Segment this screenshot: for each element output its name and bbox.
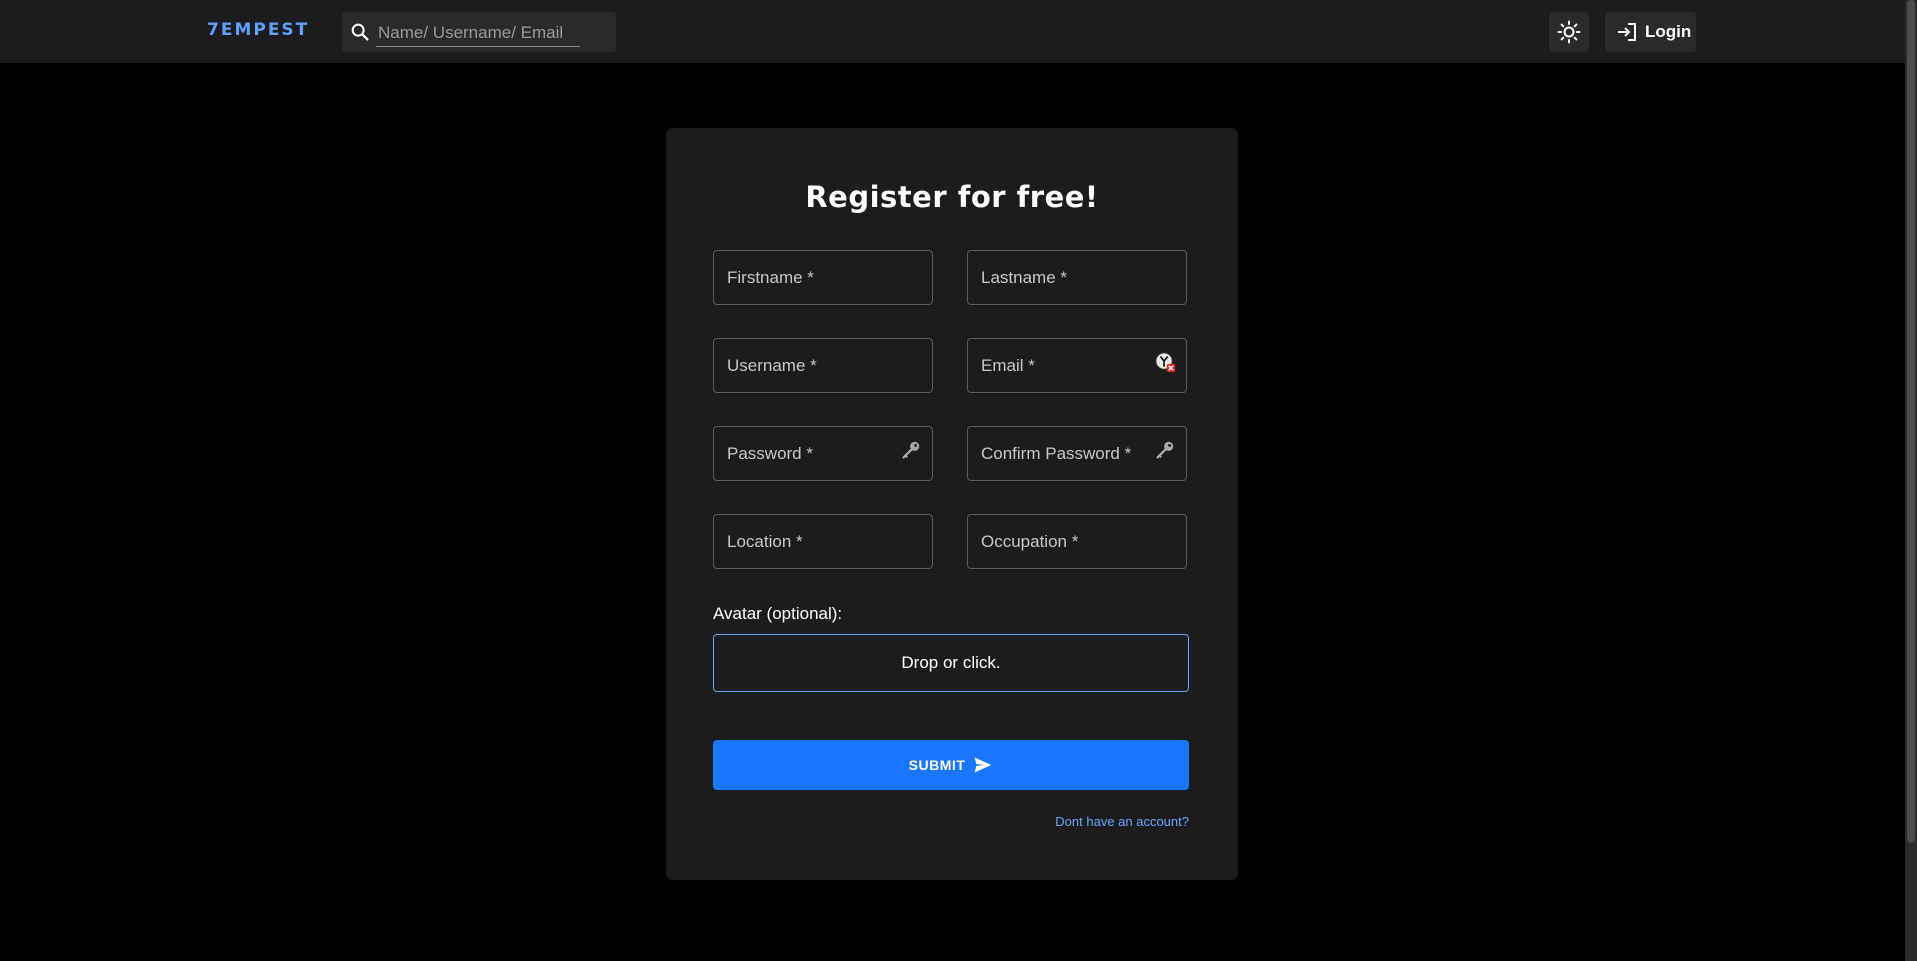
occupation-field[interactable]: Occupation *	[967, 514, 1187, 569]
form-title: Register for free!	[805, 180, 1099, 214]
search-bar	[342, 12, 616, 52]
account-link[interactable]: Dont have an account?	[1055, 814, 1189, 829]
lastname-label: Lastname *	[981, 268, 1067, 287]
login-button[interactable]: Login	[1605, 12, 1696, 52]
login-label: Login	[1645, 22, 1692, 41]
avatar-label: Avatar (optional):	[713, 604, 843, 623]
location-field[interactable]: Location *	[713, 514, 933, 569]
login-icon	[1618, 23, 1636, 41]
search-input[interactable]	[376, 20, 580, 47]
send-icon	[974, 757, 992, 773]
lastname-field[interactable]: Lastname *	[967, 250, 1187, 305]
brand-logo[interactable]: 7EMPEST	[207, 20, 309, 40]
scrollbar-thumb[interactable]	[1907, 0, 1915, 843]
theme-toggle-button[interactable]	[1549, 12, 1589, 52]
confirm-password-field[interactable]: Confirm Password *	[967, 426, 1187, 481]
password-label: Password *	[727, 444, 813, 463]
key-icon[interactable]	[900, 439, 922, 461]
email-label: Email *	[981, 356, 1035, 375]
search-icon	[351, 23, 369, 41]
sun-icon	[1557, 20, 1581, 44]
username-field[interactable]: Username *	[713, 338, 933, 393]
register-card: Register for free! Firstname * Lastname …	[666, 128, 1238, 880]
navbar: 7EMPEST Login	[0, 0, 1905, 63]
confirm-password-label: Confirm Password *	[981, 444, 1132, 463]
key-icon[interactable]	[1154, 439, 1176, 461]
scrollbar[interactable]	[1905, 0, 1917, 961]
location-label: Location *	[727, 532, 803, 551]
username-label: Username *	[727, 356, 817, 375]
occupation-label: Occupation *	[981, 532, 1079, 551]
firstname-field[interactable]: Firstname *	[713, 250, 933, 305]
password-field[interactable]: Password *	[713, 426, 933, 481]
dropzone-text: Drop or click.	[901, 653, 1001, 672]
submit-button[interactable]: SUBMIT	[713, 740, 1189, 790]
submit-label: SUBMIT	[908, 757, 966, 773]
autofill-warning-icon[interactable]	[1154, 351, 1176, 373]
email-field[interactable]: Email *	[967, 338, 1187, 393]
firstname-label: Firstname *	[727, 268, 814, 287]
avatar-dropzone[interactable]: Drop or click.	[713, 634, 1189, 692]
